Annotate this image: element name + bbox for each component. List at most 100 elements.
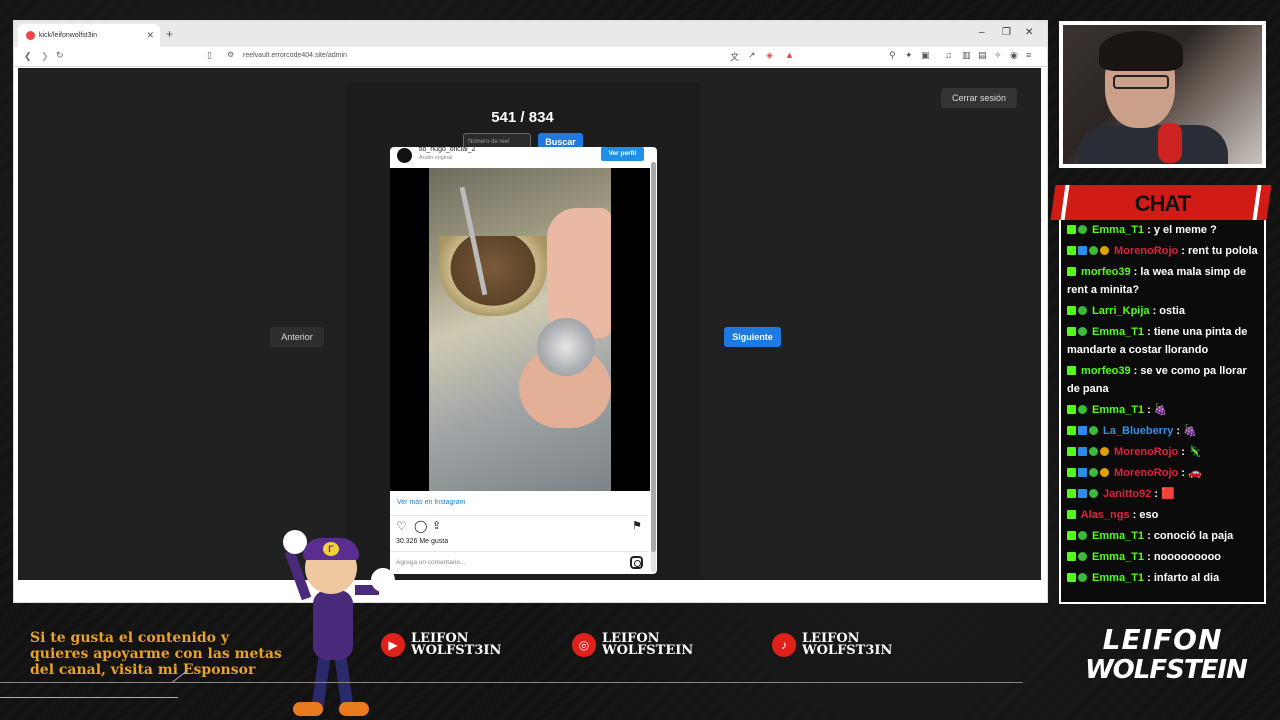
chat-message: Larri_Kpija : ostia <box>1067 302 1261 320</box>
comment-icon[interactable]: ◯ <box>414 519 427 533</box>
chat-username[interactable]: Larri_Kpija <box>1089 305 1153 317</box>
mascot-cap-emblem: Γ <box>323 542 339 556</box>
leo-icon[interactable]: ✧ <box>994 50 1002 61</box>
verified-badge-icon <box>1089 468 1098 477</box>
kick-badge-icon <box>1067 306 1076 315</box>
chat-text: : infarto al dia <box>1147 572 1220 584</box>
verified-badge-icon <box>1078 306 1087 315</box>
webcam-frame <box>1059 21 1266 168</box>
chat-username[interactable]: morfeo39 <box>1078 266 1134 278</box>
kick-badge-icon <box>1067 468 1076 477</box>
verified-badge-icon <box>1089 426 1098 435</box>
restore-icon[interactable]: ❐ <box>1002 27 1011 38</box>
chat-username[interactable]: Emma_T1 <box>1089 530 1147 542</box>
kick-badge-icon <box>1067 552 1076 561</box>
translate-icon[interactable]: 文 <box>730 50 739 63</box>
back-icon[interactable]: ❮ <box>24 51 32 62</box>
comment-input[interactable]: Agrega un comentario... <box>396 559 465 566</box>
instagram-social: ◎ LEIFON WOLFSTEIN <box>572 632 693 657</box>
chat-title: CHAT <box>1134 191 1191 216</box>
mascot-body <box>313 590 353 660</box>
video-frame <box>429 168 611 491</box>
embed-scroll-thumb[interactable] <box>651 162 656 552</box>
share-icon[interactable]: ↗ <box>748 50 756 61</box>
gift-badge-icon <box>1100 246 1109 255</box>
ig-audio-label[interactable]: Audio original <box>419 155 452 161</box>
wallet-icon[interactable]: ▤ <box>978 50 987 61</box>
chat-message: Emma_T1 : nooooooooo <box>1067 548 1261 566</box>
next-button[interactable]: Siguiente <box>724 327 781 347</box>
extensions-icon[interactable]: ✦ <box>905 50 913 61</box>
chat-username[interactable]: Emma_T1 <box>1089 572 1147 584</box>
pin-icon[interactable]: ⚲ <box>889 50 896 61</box>
tiktok-social: ♪ LEIFON WOLFST3IN <box>772 632 892 657</box>
instagram-icon[interactable] <box>630 556 643 569</box>
new-tab-button[interactable]: + <box>166 27 173 41</box>
chat-username[interactable]: Alas_ngs <box>1078 509 1133 521</box>
instagram-embed: tio_hugo_oficial_2 Audio original Ver pe… <box>390 147 657 574</box>
logout-button[interactable]: Cerrar sesión <box>941 88 1017 108</box>
verified-badge-icon <box>1089 447 1098 456</box>
sidebar-icon[interactable]: ▥ <box>962 50 971 61</box>
chat-message: La_Blueberry : 🍇 <box>1067 422 1261 440</box>
kick-badge-icon <box>1067 426 1076 435</box>
verified-badge-icon <box>1078 225 1087 234</box>
previous-button[interactable]: Anterior <box>270 327 324 347</box>
footer-divider <box>0 697 178 698</box>
chat-username[interactable]: Janitto92 <box>1100 488 1154 500</box>
forward-icon[interactable]: ❯ <box>41 51 49 62</box>
chat-username[interactable]: MorenoRojo <box>1111 446 1181 458</box>
streamer-shirt <box>1078 125 1228 164</box>
instagram-icon: ◎ <box>572 633 596 657</box>
vpn-icon[interactable]: ◉ <box>1010 50 1018 61</box>
verified-badge-icon <box>1078 573 1087 582</box>
chat-username[interactable]: morfeo39 <box>1078 365 1134 377</box>
kick-badge-icon <box>1067 366 1076 375</box>
verified-badge-icon <box>1078 531 1087 540</box>
chat-message: Emma_T1 : conoció la paja <box>1067 527 1261 545</box>
favicon-icon <box>26 31 35 40</box>
chat-username[interactable]: Emma_T1 <box>1089 224 1147 236</box>
avatar[interactable] <box>397 148 412 163</box>
chat-text: : rent tu polola <box>1181 245 1258 257</box>
sponsor-text: Si te gusta el contenido y quieres apoya… <box>30 630 282 678</box>
likes-count: 30.326 Me gusta <box>396 538 449 545</box>
ig-username[interactable]: tio_hugo_oficial_2 <box>419 147 475 153</box>
sub-badge-icon <box>1078 426 1087 435</box>
reload-icon[interactable]: ↻ <box>56 50 64 61</box>
menu-icon[interactable]: ≡ <box>1026 50 1031 60</box>
view-on-instagram-link[interactable]: Ver más en Instagram <box>397 499 465 506</box>
channel-logo: LEIFON WOLFSTEIN <box>1085 625 1248 690</box>
chat-text: : 🍇 <box>1147 404 1168 416</box>
tiktok-icon: ♪ <box>772 633 796 657</box>
mascot-shoe <box>293 702 323 716</box>
brave-shield-icon[interactable]: ◈ <box>766 50 773 61</box>
chat-message: Alas_ngs : eso <box>1067 506 1261 524</box>
chat-username[interactable]: Emma_T1 <box>1089 326 1147 338</box>
reel-video[interactable] <box>390 168 650 491</box>
media-icon[interactable]: ♫ <box>945 50 952 60</box>
address-bar[interactable]: reelvault.errorcode404.site/admin <box>243 52 347 59</box>
youtube-name-line2: WOLFST3IN <box>411 643 502 658</box>
minimize-icon[interactable]: – <box>979 27 985 38</box>
chat-text: : nooooooooo <box>1147 551 1222 563</box>
tab-close-icon[interactable]: ✕ <box>146 30 154 41</box>
chat-username[interactable]: Emma_T1 <box>1089 551 1147 563</box>
view-profile-button[interactable]: Ver perfil <box>601 147 644 161</box>
chat-message: Emma_T1 : 🍇 <box>1067 401 1261 419</box>
window-close-icon[interactable]: ✕ <box>1025 27 1033 38</box>
chat-username[interactable]: MorenoRojo <box>1111 245 1181 257</box>
tab-view-icon[interactable]: ▣ <box>921 50 930 61</box>
share-icon[interactable]: ⇪ <box>432 519 441 532</box>
browser-window: kick/leifonwolfst3in ✕ + – ❐ ✕ ❮ ❯ ↻ ▯ ⚙… <box>13 20 1048 603</box>
chat-username[interactable]: Emma_T1 <box>1089 404 1147 416</box>
kick-badge-icon <box>1067 447 1076 456</box>
save-icon[interactable]: ⚑ <box>632 519 642 532</box>
logo-bottom: WOLFSTEIN <box>1085 655 1248 685</box>
browser-tab[interactable]: kick/leifonwolfst3in ✕ <box>18 24 160 47</box>
bookmark-icon[interactable]: ▯ <box>207 50 212 61</box>
rewards-icon[interactable]: ▲ <box>785 50 794 60</box>
chat-username[interactable]: MorenoRojo <box>1111 467 1181 479</box>
chat-username[interactable]: La_Blueberry <box>1100 425 1176 437</box>
site-settings-icon[interactable]: ⚙ <box>227 50 234 59</box>
